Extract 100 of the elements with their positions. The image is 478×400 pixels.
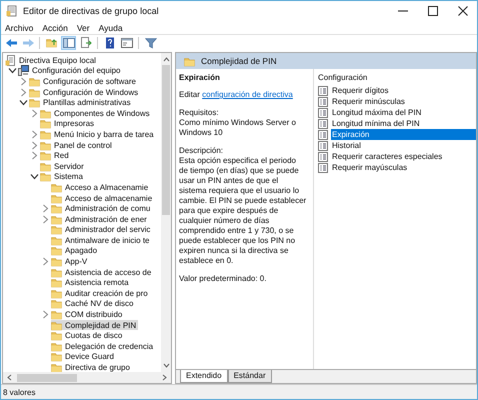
collapsed-caret-icon[interactable]	[41, 204, 50, 214]
tree-item[interactable]: Servidor	[40, 160, 86, 172]
setting-item[interactable]: Expiración	[331, 129, 476, 140]
tree-item[interactable]: Panel de control	[40, 140, 114, 150]
setting-item[interactable]: Historial	[331, 140, 476, 151]
scroll-down-icon[interactable]	[162, 362, 170, 370]
tree-item[interactable]: Administración de comu	[51, 203, 152, 214]
collapsed-caret-icon[interactable]	[41, 310, 50, 320]
scroll-right-icon[interactable]	[161, 373, 169, 382]
column-header: Configuración	[318, 73, 368, 82]
scroll-left-icon[interactable]	[5, 373, 13, 382]
tree-item[interactable]: Cuotas de disco	[51, 330, 124, 342]
tree-item[interactable]: Impresoras	[40, 118, 96, 130]
section-title: Complejidad de PIN	[201, 56, 277, 66]
setting-title: Expiración	[179, 73, 221, 82]
expanded-caret-icon[interactable]	[8, 66, 17, 76]
tree-item[interactable]: Caché NV de disco	[51, 298, 136, 310]
folder-icon	[51, 192, 62, 204]
menu-item[interactable]: Archivo	[5, 22, 34, 32]
setting-icon	[318, 118, 328, 128]
help-icon[interactable]	[104, 37, 116, 49]
tree-pane-button[interactable]	[61, 36, 76, 50]
default-value: Valor predeterminado: 0.	[179, 274, 268, 284]
collapsed-caret-icon[interactable]	[30, 130, 39, 139]
collapsed-caret-icon[interactable]	[30, 151, 39, 160]
folder-icon	[40, 160, 51, 172]
tree-item[interactable]: Red	[40, 150, 71, 161]
setting-item[interactable]: Requerir dígitos	[331, 85, 476, 96]
folder-icon	[40, 171, 51, 182]
tree-item[interactable]: COM distribuido	[51, 309, 124, 320]
expanded-caret-icon[interactable]	[19, 98, 28, 108]
scroll-thumb[interactable]	[17, 374, 77, 382]
back-arrow-icon[interactable]	[4, 37, 16, 49]
tree-item[interactable]: Sistema	[40, 172, 85, 182]
tree-item[interactable]: Delegación de credencia	[51, 341, 156, 352]
collapsed-caret-icon[interactable]	[41, 214, 50, 224]
description-text: Esta opción especifica el periodo de tiempo (en días) que se puede usar un PIN antes de que el sistema requiera que el usuario lo cambie. El PIN se puede establecer para que expire después de cualquier número de días comprendido entre 1 y 730, o se puede establecer que los PIN no expiren nunca si la directiva se establece en 0.	[179, 156, 307, 266]
policy-link[interactable]: configuración de directiva	[202, 90, 293, 99]
scroll-thumb[interactable]	[162, 65, 170, 215]
tree-item[interactable]: Acceso a Almacenamie	[51, 182, 150, 193]
tree-item[interactable]: Configuración del equipo	[18, 66, 123, 76]
tree-item[interactable]: Asistencia de acceso de	[51, 266, 154, 278]
tree-item[interactable]: Directiva de grupo	[51, 362, 132, 372]
folder-up-icon[interactable]	[46, 37, 58, 49]
folder-icon	[51, 245, 62, 256]
collapsed-caret-icon[interactable]	[41, 257, 50, 266]
setting-item[interactable]: Requerir mayúsculas	[331, 162, 476, 173]
tree-item[interactable]: Administración de ener	[51, 214, 149, 224]
collapsed-caret-icon[interactable]	[30, 140, 39, 150]
folder-icon	[51, 309, 62, 320]
computer-icon	[18, 65, 29, 76]
folder-icon	[51, 320, 62, 331]
tree-item[interactable]: Menú Inicio y barra de tarea	[40, 129, 156, 140]
scrollbar[interactable]	[3, 372, 171, 383]
tree-item[interactable]: Componentes de Windows	[40, 108, 152, 119]
tree-item[interactable]: Plantillas administrativas	[29, 97, 133, 108]
tree-item[interactable]: Complejidad de PIN	[51, 320, 138, 330]
folder-icon	[51, 340, 62, 352]
folder-icon	[51, 234, 62, 246]
scroll-up-icon[interactable]	[162, 55, 170, 63]
tree-item[interactable]: Configuración de software	[29, 76, 138, 87]
menu-item[interactable]: Ver	[76, 22, 90, 32]
setting-icon	[318, 140, 328, 150]
tree-item[interactable]: App-V	[51, 256, 90, 267]
folder-icon	[51, 256, 62, 268]
export-icon[interactable]	[80, 37, 92, 49]
menu-item[interactable]: Ayuda	[98, 22, 123, 32]
setting-icon	[318, 86, 328, 96]
tree-item[interactable]: Auditar creación de pro	[51, 288, 150, 299]
document-icon	[5, 54, 16, 66]
folder-icon	[51, 266, 62, 278]
setting-item[interactable]: Requerir minúsculas	[331, 96, 476, 107]
filter-icon[interactable]	[144, 37, 156, 49]
view-tab[interactable]: Extendido	[180, 370, 228, 383]
view-tab[interactable]: Estándar	[228, 370, 272, 383]
requirements-text: Como mínimo Windows Server o Windows 10	[179, 118, 297, 138]
tree-item[interactable]: Acceso de almacenamie	[51, 192, 154, 204]
tree-item[interactable]: Configuración de Windows	[29, 86, 140, 98]
window-title: Editor de directivas de grupo local	[23, 6, 160, 16]
setting-item[interactable]: Longitud máxima del PIN	[331, 107, 476, 118]
scrollbar[interactable]	[161, 53, 171, 372]
properties-icon[interactable]	[120, 37, 132, 49]
tree-item[interactable]: Apagado	[51, 246, 100, 256]
setting-item[interactable]: Requerir caracteres especiales	[331, 151, 476, 162]
folder-icon	[40, 128, 51, 140]
status-text: 8 valores	[3, 388, 36, 396]
folder-icon	[40, 108, 51, 119]
menu-item[interactable]: Acción	[42, 22, 68, 32]
tree-item[interactable]: Administrador del servic	[51, 224, 152, 236]
folder-icon	[51, 351, 62, 362]
tree-item[interactable]: Antimalware de inicio te	[51, 235, 152, 246]
setting-item[interactable]: Longitud mínima del PIN	[331, 118, 476, 129]
setting-icon	[318, 108, 328, 118]
tree-item[interactable]: Asistencia remota	[51, 277, 131, 288]
folder-icon	[51, 224, 62, 236]
expanded-caret-icon[interactable]	[30, 172, 39, 182]
tree-item[interactable]: Device Guard	[51, 352, 116, 362]
folder-icon	[51, 182, 62, 193]
folder-icon	[184, 56, 195, 66]
tree-item[interactable]: Directiva Equipo local	[5, 55, 98, 66]
